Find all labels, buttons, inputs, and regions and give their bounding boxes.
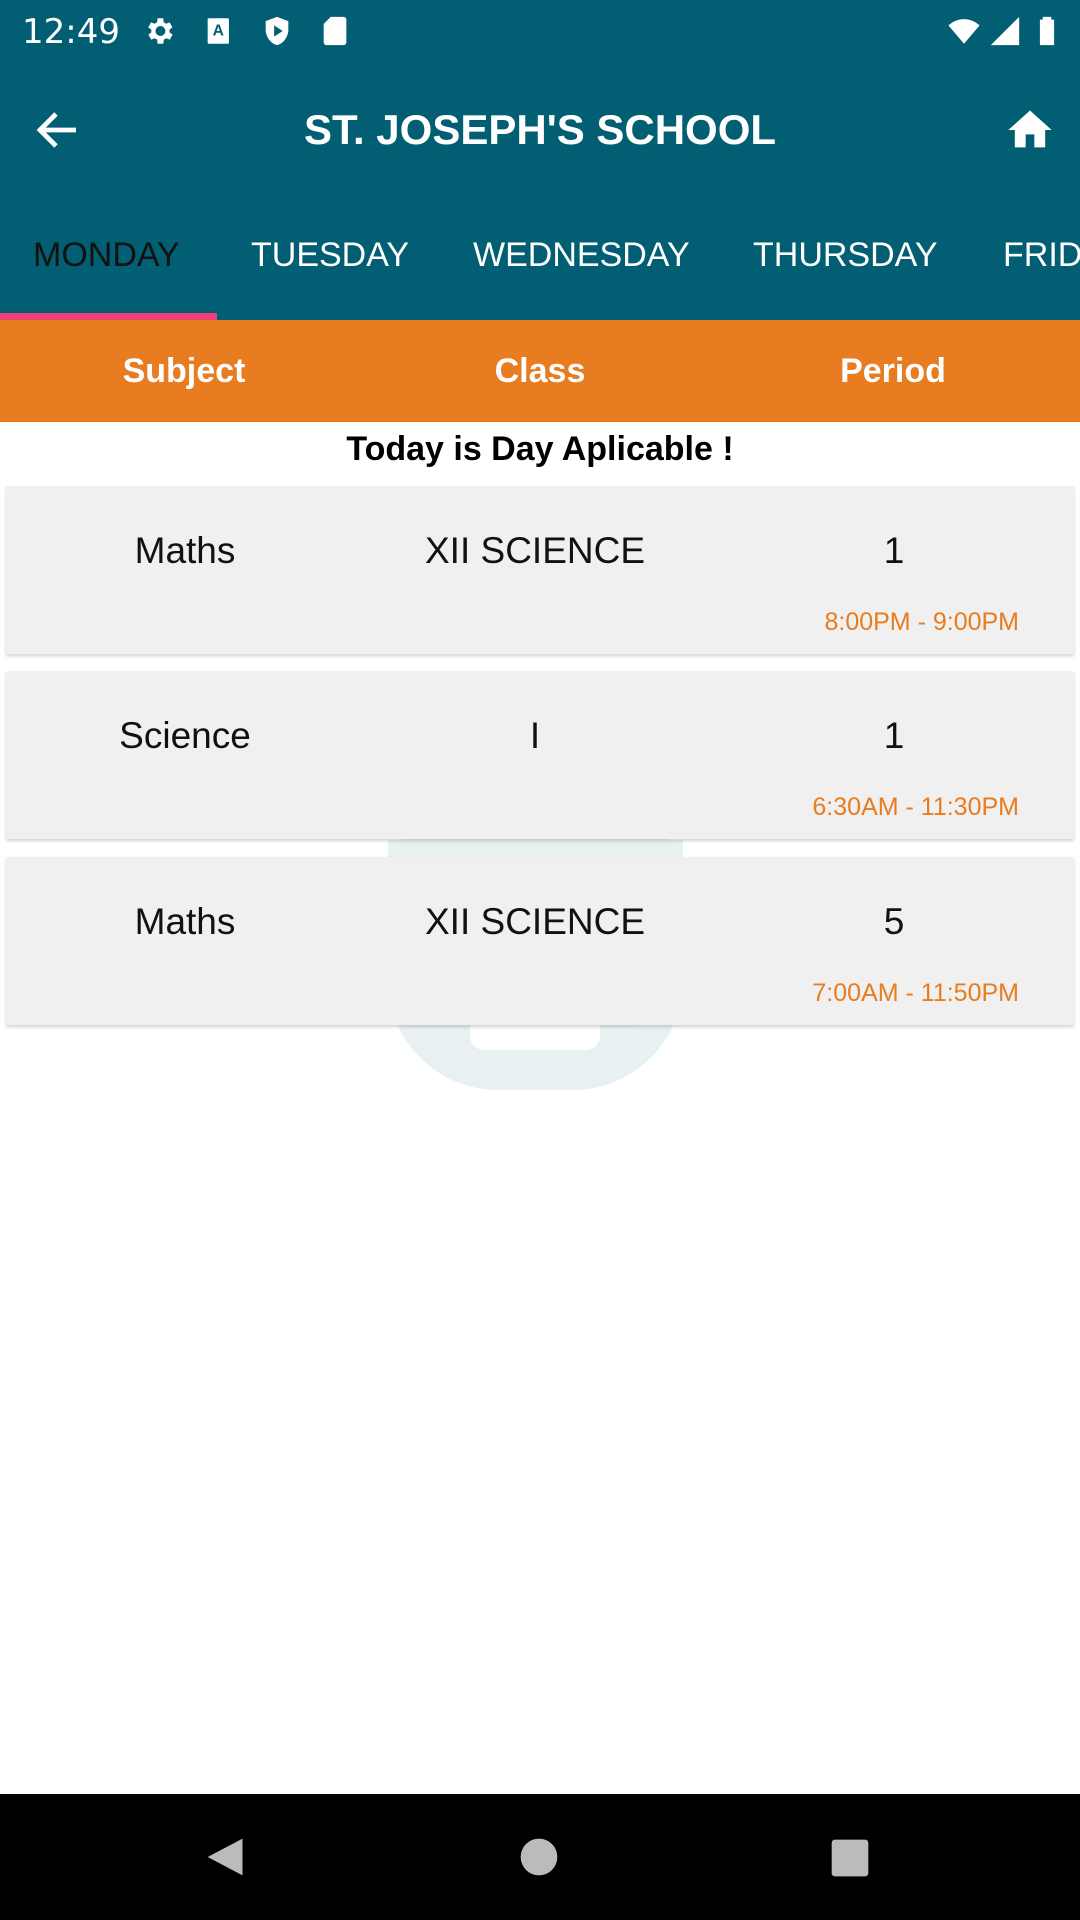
row-subject: Maths <box>134 530 236 571</box>
row-period: 1 <box>883 530 905 571</box>
tab-friday[interactable]: FRID <box>1003 236 1080 275</box>
row-period: 1 <box>883 715 905 756</box>
header-class: Class <box>494 352 586 390</box>
page-title: ST. JOSEPH'S SCHOOL <box>303 106 777 153</box>
a-badge-icon: A <box>207 18 229 44</box>
status-time: 12:49 <box>22 12 120 52</box>
gear-icon <box>148 18 173 44</box>
timetable-row[interactable]: Science I 1 6:30AM - 11:30PM <box>6 671 1074 839</box>
sd-card-icon <box>323 16 347 46</box>
back-triangle-icon[interactable] <box>204 1834 248 1880</box>
timetable-row[interactable]: Maths XII SCIENCE 1 8:00PM - 9:00PM <box>6 486 1074 654</box>
recents-square-icon[interactable] <box>830 1838 870 1878</box>
row-subject: Maths <box>134 901 236 942</box>
day-tabs: MONDAY TUESDAY WEDNESDAY THURSDAY FRID <box>0 220 1080 320</box>
row-period: 5 <box>883 901 905 942</box>
tab-tuesday[interactable]: TUESDAY <box>251 236 409 275</box>
row-time: 7:00AM - 11:50PM <box>812 979 1019 1007</box>
header-area: 12:49 A ST. JOSEPH'S SCHOOL MONDAY TUESD… <box>0 0 1080 320</box>
row-time: 6:30AM - 11:30PM <box>812 793 1019 821</box>
shield-play-icon <box>265 16 289 46</box>
app-bar: ST. JOSEPH'S SCHOOL <box>0 80 1080 180</box>
home-icon[interactable] <box>1004 104 1056 156</box>
tab-indicator <box>0 313 217 320</box>
table-header: Subject Class Period <box>0 320 1080 422</box>
row-class: XII SCIENCE <box>425 901 645 942</box>
row-subject: Science <box>119 715 251 756</box>
status-bar: 12:49 A <box>0 0 1080 64</box>
row-class: I <box>529 715 541 756</box>
day-note: Today is Day Aplicable ! <box>346 430 734 468</box>
navigation-bar <box>0 1794 1080 1920</box>
tab-thursday[interactable]: THURSDAY <box>753 236 938 275</box>
timetable-row[interactable]: Maths XII SCIENCE 5 7:00AM - 11:50PM <box>6 857 1074 1025</box>
header-period: Period <box>840 352 946 390</box>
header-subject: Subject <box>122 352 246 390</box>
home-circle-icon[interactable] <box>519 1837 559 1877</box>
wifi-icon <box>948 19 980 44</box>
row-class: XII SCIENCE <box>425 530 645 571</box>
svg-text:A: A <box>213 22 224 39</box>
signal-icon <box>990 16 1020 46</box>
tab-monday[interactable]: MONDAY <box>33 236 180 275</box>
tab-wednesday[interactable]: WEDNESDAY <box>473 236 690 275</box>
battery-icon <box>1039 16 1055 46</box>
row-time: 8:00PM - 9:00PM <box>824 608 1019 636</box>
